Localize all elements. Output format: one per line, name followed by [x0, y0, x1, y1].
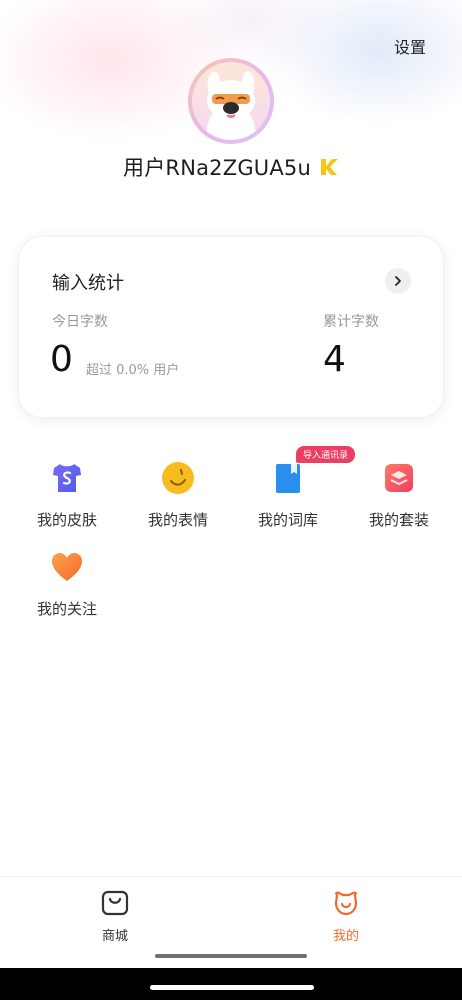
tab-label: 商城 — [101, 929, 128, 944]
k-vip-badge-icon — [321, 159, 338, 175]
menu-item-skins[interactable]: 我的皮肤 — [22, 461, 112, 530]
settings-button[interactable]: 设置 — [394, 34, 426, 58]
import-contacts-badge: 导入通讯录 — [296, 446, 356, 463]
tab-store[interactable]: 商城 — [75, 889, 155, 944]
menu-item-label: 我的表情 — [147, 511, 208, 529]
chevron-right-icon — [395, 276, 401, 286]
total-count-label: 累计字数 — [323, 314, 379, 330]
menu-item-emoji[interactable]: 我的表情 — [133, 461, 223, 530]
menu-item-label: 我的套装 — [368, 511, 429, 529]
tshirt-icon — [53, 464, 81, 492]
username: 用户RNa2ZGUA5u — [123, 156, 311, 180]
system-home-bar — [0, 968, 462, 1000]
dog-avatar-icon — [205, 71, 257, 140]
total-count-value: 4 — [323, 339, 346, 380]
today-percentile-text: 超过 0.0% 用户 — [86, 363, 180, 378]
today-count-value: 0 — [50, 339, 73, 380]
scroll-indicator — [155, 954, 307, 958]
book-icon — [276, 464, 300, 493]
me-face-icon — [334, 891, 358, 916]
tab-me[interactable]: 我的 — [306, 889, 386, 944]
heart-icon — [52, 553, 82, 581]
avatar[interactable] — [188, 58, 274, 144]
menu-item-label: 我的皮肤 — [36, 511, 97, 529]
menu-item-label: 我的词库 — [257, 511, 318, 529]
home-indicator[interactable] — [150, 985, 314, 990]
menu-item-following[interactable]: 我的关注 — [22, 550, 112, 619]
today-count-label: 今日字数 — [52, 314, 108, 330]
menu-item-label: 我的关注 — [36, 600, 97, 618]
stats-detail-button[interactable] — [385, 268, 411, 294]
layers-icon — [385, 464, 413, 492]
emoji-icon — [162, 462, 194, 494]
tab-label: 我的 — [332, 929, 359, 944]
shopping-bag-icon — [101, 890, 129, 916]
input-stats-card: 输入统计 今日字数 0 超过 0.0% 用户 累计字数 4 — [18, 236, 444, 418]
menu-item-suite[interactable]: 我的套装 — [354, 461, 444, 530]
stats-card-title: 输入统计 — [52, 273, 124, 294]
menu-item-dictionary[interactable]: 我的词库 — [243, 461, 333, 530]
